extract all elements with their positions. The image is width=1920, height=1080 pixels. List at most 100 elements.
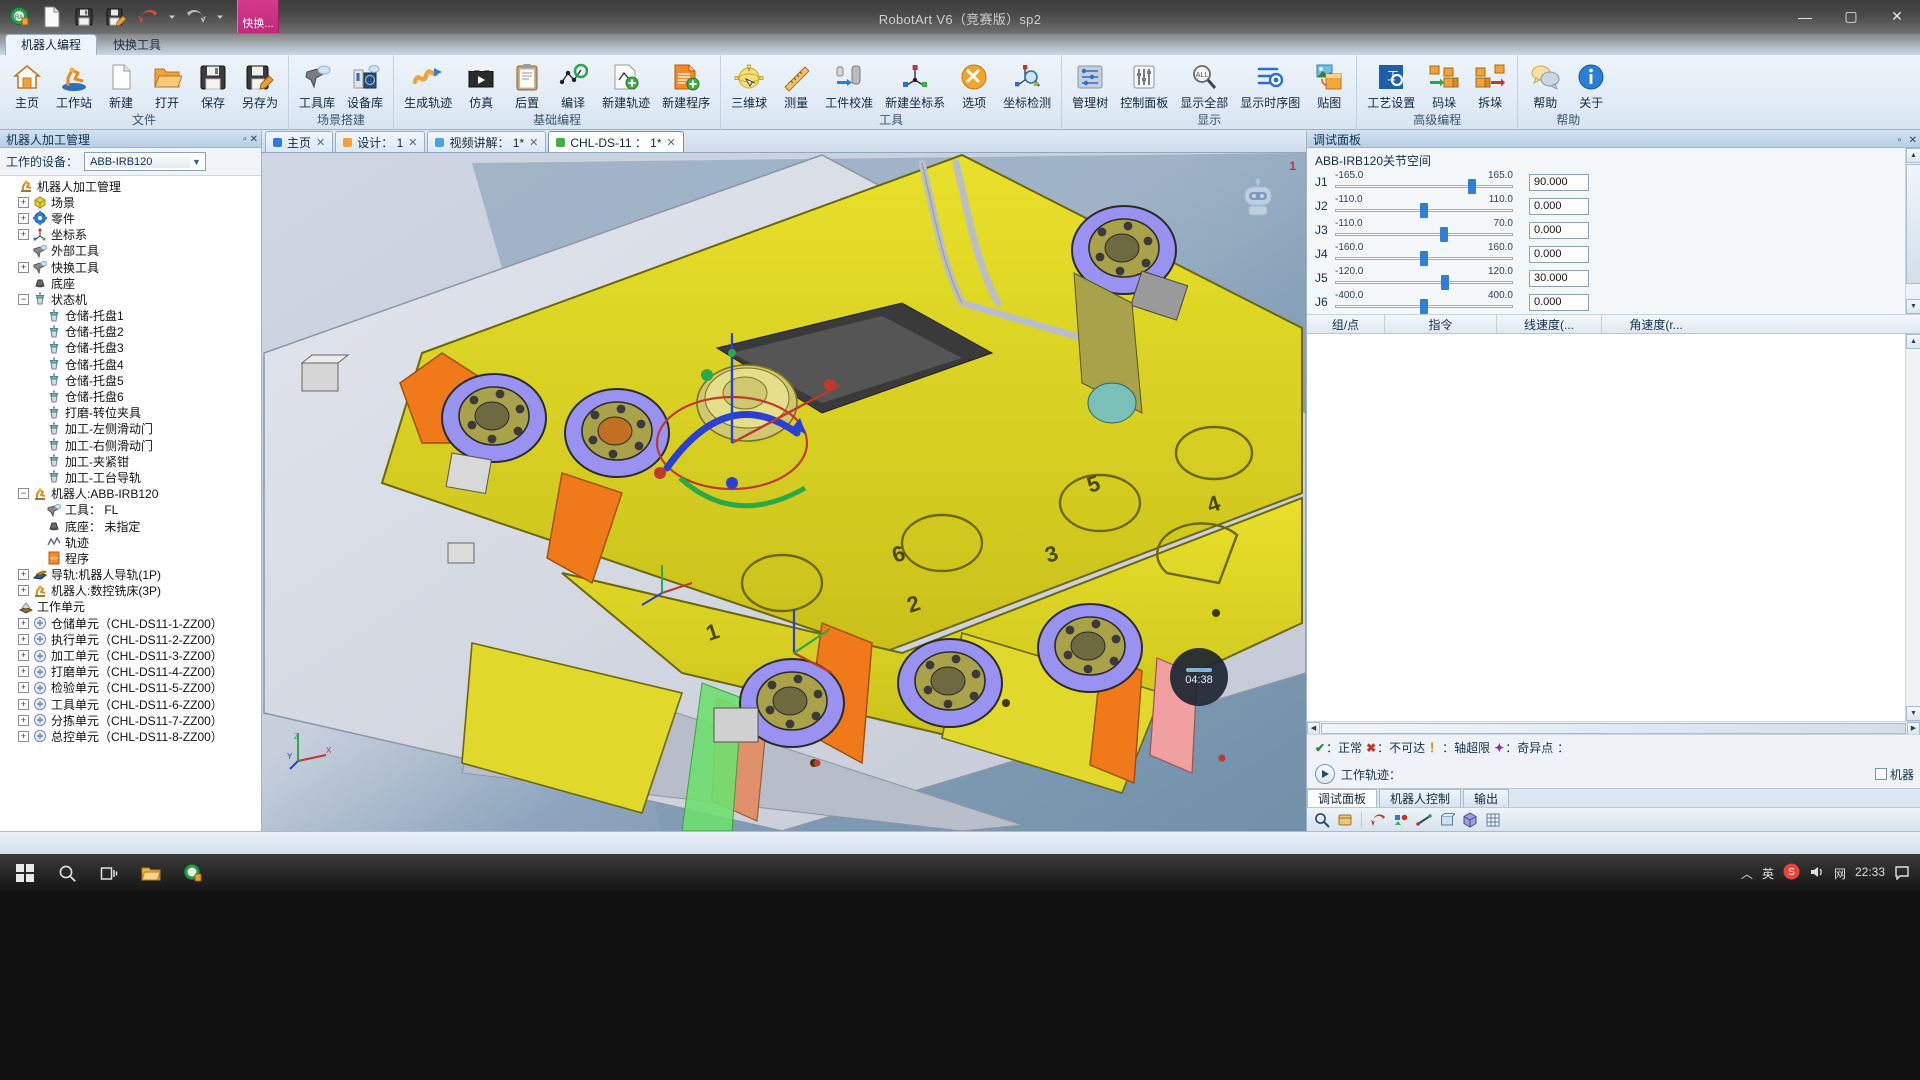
cube-icon[interactable] bbox=[1460, 810, 1480, 830]
joint-slider[interactable]: -110.0 70.0 bbox=[1335, 218, 1513, 242]
tree-item[interactable]: 仓储-托盘3 bbox=[0, 340, 261, 356]
tree-expand-icon[interactable]: + bbox=[18, 633, 29, 645]
document-tab-home[interactable]: 主页 ✕ bbox=[265, 131, 334, 152]
scroll-right-icon[interactable]: ▶ bbox=[1907, 721, 1920, 735]
ribbon-button-help[interactable]: 帮助 bbox=[1522, 58, 1568, 112]
tree-item[interactable]: + 打磨单元（CHL-DS11-4-ZZ00） bbox=[0, 664, 261, 680]
3d-viewport[interactable]: 1 2 3 4 5 6 1 04:38 Z Y X bbox=[262, 153, 1306, 831]
tree-collapse-icon[interactable]: − bbox=[18, 293, 29, 305]
taskview-icon[interactable] bbox=[90, 855, 128, 891]
joint-value-input[interactable]: 0.000 bbox=[1529, 245, 1589, 263]
ribbon-button-home[interactable]: 主页 bbox=[4, 58, 50, 112]
joint-track[interactable] bbox=[1335, 185, 1513, 188]
shapes-icon[interactable] bbox=[1391, 810, 1411, 830]
tree-item[interactable]: + 导轨:机器人导轨(1P) bbox=[0, 567, 261, 583]
ribbon-button-new[interactable]: 新建 bbox=[98, 58, 144, 112]
tray-ime-label[interactable]: 网 bbox=[1834, 865, 1846, 882]
tray-volume-icon[interactable] bbox=[1809, 864, 1825, 883]
tree-item[interactable]: 机器人加工管理 bbox=[0, 178, 261, 194]
ribbon-button-options[interactable]: 选项 bbox=[951, 58, 997, 112]
joint-thumb[interactable] bbox=[1420, 299, 1428, 314]
line-icon[interactable] bbox=[1414, 810, 1434, 830]
tree-item[interactable]: 底座： 未指定 bbox=[0, 518, 261, 534]
ribbon-button-save-as[interactable]: 另存为 bbox=[236, 58, 284, 112]
tree-expand-icon[interactable]: + bbox=[18, 730, 29, 742]
tree-item[interactable]: + 零件 bbox=[0, 210, 261, 226]
ribbon-button-workpiece-calibration[interactable]: 工件校准 bbox=[819, 58, 879, 112]
joint-track[interactable] bbox=[1335, 281, 1513, 284]
robot-checkbox[interactable] bbox=[1874, 768, 1887, 780]
tree-item[interactable]: + 加工单元（CHL-DS11-3-ZZ00） bbox=[0, 647, 261, 663]
tree-expand-icon[interactable]: + bbox=[18, 714, 29, 726]
joint-value-input[interactable]: 90.000 bbox=[1529, 173, 1589, 191]
ribbon-button-open[interactable]: 打开 bbox=[144, 58, 190, 112]
working-device-select[interactable]: ABB-IRB120 ▼ bbox=[84, 152, 207, 171]
tree-item[interactable]: + 执行单元（CHL-DS11-2-ZZ00） bbox=[0, 631, 261, 647]
right-tab-output[interactable]: 输出 bbox=[1463, 789, 1510, 807]
grid-header-angular-speed[interactable]: 角速度(r... bbox=[1602, 315, 1710, 333]
tree-item[interactable]: + 场景 bbox=[0, 194, 261, 210]
ribbon-button-postprocess[interactable]: 后置 bbox=[504, 58, 550, 112]
tree-item[interactable]: 加工-工台导轨 bbox=[0, 469, 261, 485]
ribbon-tab-robot-programming[interactable]: 机器人编程 bbox=[5, 34, 98, 55]
ribbon-button-show-all[interactable]: ALL 显示全部 bbox=[1174, 58, 1234, 112]
grid-horizontal-scrollbar[interactable]: ◀ ▶ bbox=[1307, 721, 1920, 735]
tree-expand-icon[interactable]: + bbox=[18, 196, 29, 208]
grid-icon[interactable] bbox=[1483, 810, 1503, 830]
ribbon-button-simulation[interactable]: 仿真 bbox=[458, 58, 504, 112]
close-button[interactable]: ✕ bbox=[1874, 0, 1920, 33]
tree-item[interactable]: 打磨-转位夹具 bbox=[0, 405, 261, 421]
tree-item[interactable]: + 仓储单元（CHL-DS11-1-ZZ00） bbox=[0, 615, 261, 631]
ribbon-button-measure[interactable]: 测量 bbox=[773, 58, 819, 112]
left-panel-pin-button[interactable]: ▫ bbox=[243, 134, 247, 145]
ribbon-button-control-panel[interactable]: 控制面板 bbox=[1114, 58, 1174, 112]
play-button[interactable] bbox=[1315, 764, 1335, 784]
tray-notification-icon[interactable] bbox=[1894, 864, 1910, 883]
management-tree[interactable]: 机器人加工管理 + 场景 + 零件 + 坐标系 外部工具 + 快换工具 底座 − 状态机 仓储-托盘1 仓储… bbox=[0, 176, 261, 831]
tree-item[interactable]: 仓储-托盘2 bbox=[0, 324, 261, 340]
tree-item[interactable]: 仓储-托盘5 bbox=[0, 372, 261, 388]
debug-panel-pin-button[interactable]: ▫ bbox=[1898, 135, 1902, 146]
tree-expand-icon[interactable]: + bbox=[18, 698, 29, 710]
close-icon[interactable]: ✕ bbox=[408, 136, 417, 149]
document-tab-design[interactable]: 设计： 1 ✕ bbox=[335, 131, 426, 152]
joint-thumb[interactable] bbox=[1420, 251, 1428, 266]
document-tab-chl-ds-11[interactable]: CHL-DS-11 ： 1* ✕ bbox=[548, 131, 684, 152]
debug-panel-close-button[interactable]: ✕ bbox=[1909, 135, 1917, 146]
tree-item[interactable]: 轨迹 bbox=[0, 534, 261, 550]
tree-expand-icon[interactable]: + bbox=[18, 682, 29, 694]
robotart-icon[interactable] bbox=[174, 855, 212, 891]
tree-item[interactable]: 加工-左侧滑动门 bbox=[0, 421, 261, 437]
joint-thumb[interactable] bbox=[1420, 203, 1428, 218]
tree-item[interactable]: 仓储-托盘1 bbox=[0, 308, 261, 324]
tree-item[interactable]: 外部工具 bbox=[0, 243, 261, 259]
joint-slider[interactable]: -400.0 400.0 bbox=[1335, 290, 1513, 314]
tray-sogou-icon[interactable]: S bbox=[1783, 863, 1800, 883]
tree-item[interactable]: </> 程序 bbox=[0, 550, 261, 566]
joint-thumb[interactable] bbox=[1441, 275, 1450, 290]
scroll-up-icon[interactable]: ▲ bbox=[1906, 148, 1920, 163]
tree-item[interactable]: 仓储-托盘4 bbox=[0, 356, 261, 372]
tree-expand-icon[interactable]: + bbox=[18, 229, 29, 241]
tree-expand-icon[interactable]: + bbox=[18, 212, 29, 224]
tree-item[interactable]: + 快换工具 bbox=[0, 259, 261, 275]
tree-item[interactable]: 仓储-托盘6 bbox=[0, 388, 261, 404]
simulation-timer-badge[interactable]: 04:38 bbox=[1170, 648, 1228, 706]
ribbon-button-new-program[interactable]: 新建程序 bbox=[656, 58, 716, 112]
right-tab-debug-panel[interactable]: 调试面板 bbox=[1307, 789, 1378, 807]
ribbon-button-palletize[interactable]: 码垛 bbox=[1421, 58, 1467, 112]
joint-value-input[interactable]: 0.000 bbox=[1529, 221, 1589, 239]
joint-slider[interactable]: -165.0 165.0 bbox=[1335, 170, 1513, 194]
close-icon[interactable]: ✕ bbox=[529, 136, 538, 149]
tree-expand-icon[interactable]: + bbox=[18, 617, 29, 629]
tree-expand-icon[interactable]: + bbox=[18, 650, 29, 662]
card-icon[interactable] bbox=[1335, 810, 1355, 830]
close-icon[interactable]: ✕ bbox=[316, 136, 325, 149]
scroll-left-icon[interactable]: ◀ bbox=[1307, 721, 1320, 735]
scroll-down-icon[interactable]: ▼ bbox=[1906, 299, 1920, 314]
grid-header-linear-speed[interactable]: 线速度(... bbox=[1497, 315, 1602, 333]
close-icon[interactable]: ✕ bbox=[667, 136, 676, 149]
joint-thumb[interactable] bbox=[1468, 179, 1477, 194]
document-tab-video-tutorial[interactable]: 视频讲解： 1* ✕ bbox=[427, 131, 547, 152]
scrollbar-thumb[interactable] bbox=[1906, 164, 1920, 284]
